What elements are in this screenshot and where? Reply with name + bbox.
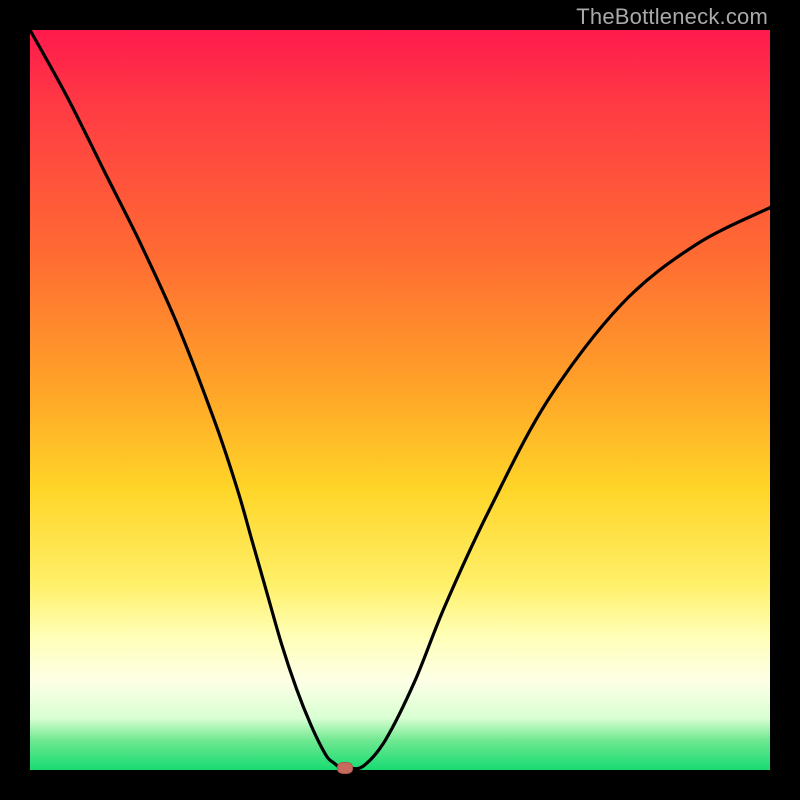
chart-frame: TheBottleneck.com xyxy=(0,0,800,800)
watermark-text: TheBottleneck.com xyxy=(576,4,768,30)
bottleneck-curve xyxy=(30,30,770,770)
optimal-point-marker xyxy=(337,762,353,774)
plot-area xyxy=(30,30,770,770)
